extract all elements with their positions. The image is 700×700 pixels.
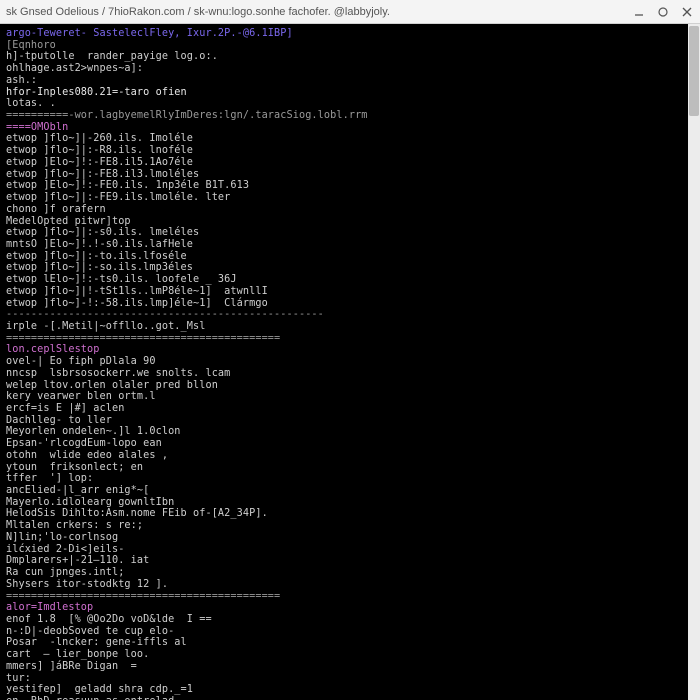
log-line: ohlhage.ast2>wnpes~a]: xyxy=(6,63,143,74)
log-line: ercf=is E |#] aclen xyxy=(6,403,124,414)
log-line: Dachlleg- to ller xyxy=(6,415,112,426)
log-line: Ra cun jpnges.intl; xyxy=(6,567,124,578)
log-line: en -BhD reasuun as ontrelad . xyxy=(6,696,255,700)
log-line: ovel-| Eo fiph pDlala 90 xyxy=(6,356,156,367)
log-line: mmers] ]áBRe Digan = xyxy=(6,661,137,672)
log-line: ilćxied 2-Di<]eils- xyxy=(6,544,124,555)
log-line: etwop ]flo~]|:-s0.ils. lmeléles xyxy=(6,227,199,238)
log-line: yestifep] geladd shra cdp._=1 xyxy=(6,684,193,695)
separator: ========================================… xyxy=(6,333,280,344)
log-line: etwop ]flo~]|:-to.ils.lfoséle xyxy=(6,251,187,262)
app-window: sk Gnsed Odelious / 7hioRakon.com / sk-w… xyxy=(0,0,700,700)
terminal-area: argo-Teweret- SasteleclFley, Ixur.2P.-@6… xyxy=(0,24,700,700)
log-line: etwop ]flo~]-!:-58.ils.lmp]éle~1] Clármg… xyxy=(6,298,268,309)
maximize-button[interactable] xyxy=(656,5,670,19)
log-line: welep ltov.orlen olaler pred bllon xyxy=(6,380,218,391)
section-title: alor=Imdlestop xyxy=(6,602,93,613)
terminal-output[interactable]: argo-Teweret- SasteleclFley, Ixur.2P.-@6… xyxy=(0,24,700,700)
log-line: etwop ]flo~]|-260.ils. Imoléle xyxy=(6,133,193,144)
log-line: Epsan-'rlcogdEum-lopo ean xyxy=(6,438,162,449)
log-line: ash.: xyxy=(6,75,37,86)
log-line: otohn wlide edeo alales , xyxy=(6,450,168,461)
scrollbar-thumb[interactable] xyxy=(689,26,699,116)
log-line: etwop ]Elo~]!:-FE0.ils. 1np3éle B1T.613 xyxy=(6,180,249,191)
titlebar[interactable]: sk Gnsed Odelious / 7hioRakon.com / sk-w… xyxy=(0,0,700,24)
log-line: cart — lier_bonpe loo. xyxy=(6,649,149,660)
window-controls xyxy=(632,5,694,19)
separator: ----------------------------------------… xyxy=(6,309,324,320)
window-title: sk Gnsed Odelious / 7hioRakon.com / sk-w… xyxy=(6,6,632,18)
log-line: hfor-Inples080.21=-taro ofien xyxy=(6,87,187,98)
separator: ========================================… xyxy=(6,591,280,602)
header-line: argo-Teweret- SasteleclFley, Ixur.2P.-@6… xyxy=(6,28,293,39)
log-line: Mltalen crkers: s re:; xyxy=(6,520,143,531)
separator: ==========-wor.lagbyemelRlyImDeres:lgn/.… xyxy=(6,110,368,121)
minimize-button[interactable] xyxy=(632,5,646,19)
log-line: N]lin;'lo-corlnsog xyxy=(6,532,118,543)
log-line: Mayerlo.idlolearg gownltIbn xyxy=(6,497,174,508)
log-line: Dmplarers+|-21—110. iat xyxy=(6,555,149,566)
log-line: etwop ]flo~]|!-tSt1ls..lmP8éle~1] atwnll… xyxy=(6,286,268,297)
log-line: enof 1.8 [% @Oo2Do voD&lde I == xyxy=(6,614,212,625)
log-line: h]-tputolle rander_payige log.o:. xyxy=(6,51,218,62)
log-line: n-:D|-deobSoved te cup elo- xyxy=(6,626,174,637)
log-line: irple -[.Metil|~offllo..got._Msl xyxy=(6,321,205,332)
close-button[interactable] xyxy=(680,5,694,19)
log-line: Meyorlen ondelen~.]l 1.0clon xyxy=(6,426,181,437)
log-line: nncsp lsbrsosockerr.we snolts. lcam xyxy=(6,368,230,379)
log-line: mntsO ]Elo~]!.!-s0.ils.lafHele xyxy=(6,239,193,250)
log-line: chono ]f orafern xyxy=(6,204,106,215)
scrollbar[interactable] xyxy=(688,24,700,700)
log-line: HelodSis Dihlto:Asm.nome FEib of-[A2_34P… xyxy=(6,508,268,519)
log-line: MedelOpted pitwr]top xyxy=(6,216,131,227)
log-line: [Eqnhoro xyxy=(6,40,56,51)
log-line: tur: xyxy=(6,673,31,684)
log-line: ytoun friksonlect; en xyxy=(6,462,143,473)
section-title: lon.ceplSlestop xyxy=(6,344,100,355)
log-line: etwop ]flo~]|:-FE8.il3.lmoléles xyxy=(6,169,199,180)
log-line: etwop ]flo~]|:-so.ils.lmp3éles xyxy=(6,262,193,273)
log-line: etwop ]flo~]|:-R8.ils. lnoféle xyxy=(6,145,193,156)
log-line: tffer '] lop: xyxy=(6,473,93,484)
log-line: Shysers itor-stodktg 12 ]. xyxy=(6,579,168,590)
log-line: etwop ]flo~]|:-FE9.ils.lmoléle. lter xyxy=(6,192,230,203)
log-line: etwop lElo~]!:-ts0.ils. loofele _ 36J xyxy=(6,274,237,285)
log-line: kery vearwer blen ortm.l xyxy=(6,391,156,402)
log-line: ancElied-|l_arr enig*~[ xyxy=(6,485,149,496)
log-line: ====OMObln xyxy=(6,122,68,133)
log-line: etwop ]Elo~]!:-FE8.il5.1Ao7éle xyxy=(6,157,193,168)
log-line: lotas. . xyxy=(6,98,56,109)
log-line: Posar -lncker: gene-iffls al xyxy=(6,637,187,648)
